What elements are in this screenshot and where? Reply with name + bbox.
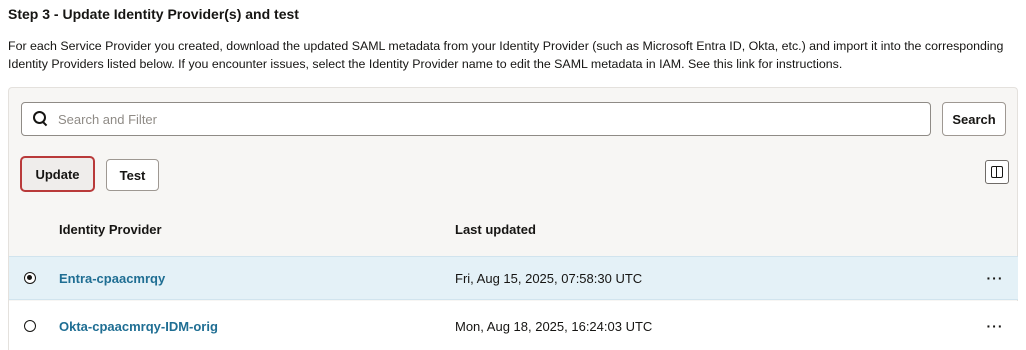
- columns-icon: [991, 166, 1003, 178]
- more-actions-icon[interactable]: ···: [985, 268, 1005, 288]
- table-row[interactable]: Entra-cpaacmrqy Fri, Aug 15, 2025, 07:58…: [9, 256, 1018, 300]
- column-header-identity-provider[interactable]: Identity Provider: [59, 222, 162, 237]
- step-description: For each Service Provider you created, d…: [8, 39, 1004, 71]
- update-button[interactable]: Update: [21, 157, 94, 191]
- last-updated-cell: Mon, Aug 18, 2025, 16:24:03 UTC: [455, 318, 653, 334]
- identity-provider-panel: Search Update Test Identity Provider Las…: [8, 87, 1018, 350]
- search-box: [21, 102, 931, 136]
- more-actions-icon[interactable]: ···: [985, 316, 1005, 336]
- last-updated-cell: Fri, Aug 15, 2025, 07:58:30 UTC: [455, 270, 643, 286]
- table-row[interactable]: Okta-cpaacmrqy-IDM-orig Mon, Aug 18, 202…: [9, 301, 1018, 350]
- row-radio-button[interactable]: [24, 320, 36, 332]
- identity-provider-link[interactable]: Okta-cpaacmrqy-IDM-orig: [59, 319, 218, 334]
- column-settings-button[interactable]: [985, 160, 1009, 184]
- search-icon: [33, 111, 49, 127]
- row-radio-button[interactable]: [24, 272, 36, 284]
- search-input[interactable]: [58, 104, 930, 134]
- column-header-last-updated[interactable]: Last updated: [455, 222, 536, 237]
- test-button[interactable]: Test: [106, 159, 159, 191]
- search-button[interactable]: Search: [942, 102, 1006, 136]
- step-heading: Step 3 - Update Identity Provider(s) and…: [8, 6, 299, 22]
- identity-provider-link[interactable]: Entra-cpaacmrqy: [59, 271, 165, 286]
